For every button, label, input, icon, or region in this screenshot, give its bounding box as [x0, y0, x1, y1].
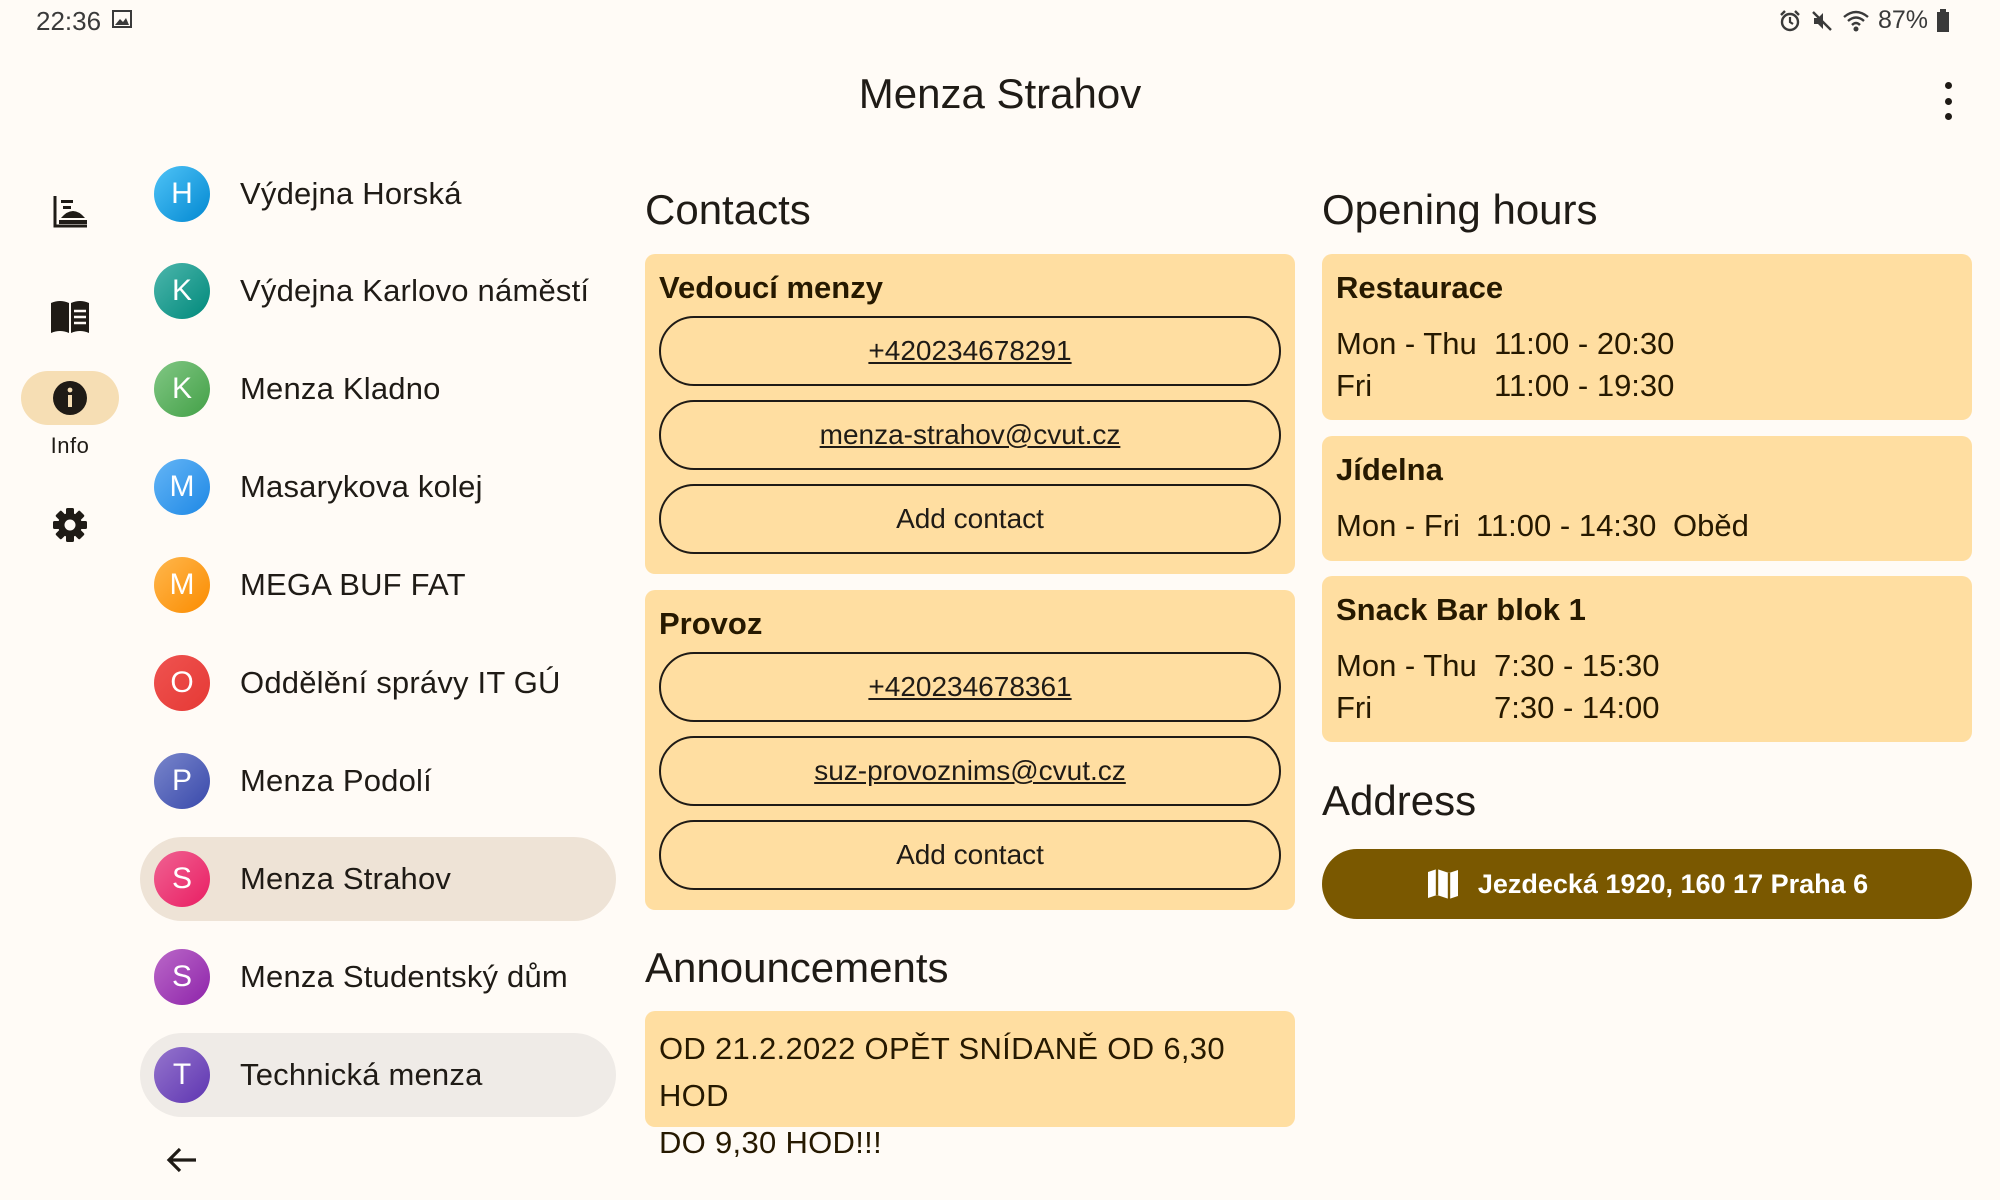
page-title: Menza Strahov — [858, 70, 1142, 117]
hours-time: 7:30 - 15:30 — [1494, 648, 1660, 683]
list-item-label: Výdejna Karlovo náměstí — [240, 273, 590, 308]
avatar: O — [154, 655, 210, 711]
list-item-label: Masarykova kolej — [240, 469, 483, 504]
avatar: K — [154, 263, 210, 319]
list-item-menza-strahov[interactable]: S Menza Strahov — [140, 837, 616, 921]
wifi-icon — [1843, 10, 1869, 31]
list-item-oddeleni-spravy-it[interactable]: O Oddělění správy IT GÚ — [140, 641, 616, 725]
list-item-technicka-menza[interactable]: T Technická menza — [140, 1033, 616, 1117]
more-options-icon[interactable] — [1930, 78, 1966, 124]
avatar: P — [154, 753, 210, 809]
list-item-label: Oddělění správy IT GÚ — [240, 665, 561, 700]
address-button[interactable]: Jezdecká 1920, 160 17 Praha 6 — [1322, 849, 1972, 919]
list-item-label: Menza Podolí — [240, 763, 432, 798]
alarm-icon — [1780, 9, 1800, 31]
list-item-label: MEGA BUF FAT — [240, 567, 466, 602]
map-icon — [1427, 869, 1458, 899]
list-item-mega-buf-fat[interactable]: M MEGA BUF FAT — [140, 543, 616, 627]
hours-card-snack-bar: Snack Bar blok 1 Mon - Thu 7:30 - 15:30 … — [1322, 576, 1972, 742]
rail-item-info[interactable]: Info — [20, 371, 120, 459]
image-notification-icon — [112, 10, 132, 28]
address-heading: Address — [1322, 777, 1477, 824]
hours-days: Mon - Thu — [1336, 326, 1477, 361]
announcements-heading: Announcements — [645, 944, 949, 991]
avatar: S — [154, 949, 210, 1005]
hours-card-title: Jídelna — [1336, 452, 1443, 487]
announcement-line: OD 21.2.2022 OPĚT SNÍDANĚ OD 6,30 HOD — [659, 1031, 1225, 1113]
rail-item-menu[interactable] — [20, 290, 120, 344]
list-item-label: Technická menza — [240, 1057, 483, 1092]
add-contact-button[interactable]: Add contact — [659, 820, 1281, 890]
hours-card-title: Restaurace — [1336, 270, 1504, 305]
status-bar: 22:36 87% — [0, 0, 2000, 44]
phone-button[interactable]: +420234678291 — [659, 316, 1281, 386]
phone-button[interactable]: +420234678361 — [659, 652, 1281, 722]
hours-card-restaurace: Restaurace Mon - Thu 11:00 - 20:30 Fri 1… — [1322, 254, 1972, 420]
hours-days: Fri — [1336, 690, 1373, 725]
avatar: H — [154, 166, 210, 222]
address-text: Jezdecká 1920, 160 17 Praha 6 — [1477, 868, 1869, 899]
avatar: K — [154, 361, 210, 417]
rail-item-dish[interactable] — [20, 184, 120, 238]
hours-card-title: Snack Bar blok 1 — [1336, 592, 1586, 627]
info-icon — [53, 381, 87, 415]
contact-card-vedouci: Vedoucí menzy +420234678291 menza-straho… — [645, 254, 1295, 574]
list-item-label: Menza Strahov — [240, 861, 452, 896]
avatar: M — [154, 459, 210, 515]
avatar: S — [154, 851, 210, 907]
list-item-vydejna-karlovo-namesti[interactable]: K Výdejna Karlovo náměstí — [140, 249, 616, 333]
email-button[interactable]: suz-provoznims@cvut.cz — [659, 736, 1281, 806]
mute-icon — [1812, 10, 1832, 31]
avatar: T — [154, 1047, 210, 1103]
contact-card-title: Provoz — [659, 606, 763, 641]
email-button[interactable]: menza-strahov@cvut.cz — [659, 400, 1281, 470]
hours-time: 7:30 - 14:00 — [1494, 690, 1660, 725]
contacts-heading: Contacts — [645, 186, 811, 233]
list-item-menza-kladno[interactable]: K Menza Kladno — [140, 347, 616, 431]
hours-card-jidelna: Jídelna Mon - Fri 11:00 - 14:30 Oběd — [1322, 436, 1972, 561]
hours-days: Fri — [1336, 368, 1373, 403]
gear-icon — [53, 508, 87, 542]
announcement-card: OD 21.2.2022 OPĚT SNÍDANĚ OD 6,30 HOD DO… — [645, 1011, 1295, 1160]
menu-book-icon — [51, 301, 89, 333]
dish-icon — [53, 196, 87, 228]
battery-icon — [1937, 8, 1949, 32]
list-item-menza-studentsky-dum[interactable]: S Menza Studentský dům — [140, 935, 616, 1019]
announcement-line: DO 9,30 HOD!!! — [659, 1125, 882, 1160]
hours-days: Mon - Fri — [1336, 508, 1460, 543]
add-contact-button[interactable]: Add contact — [659, 484, 1281, 554]
battery-percent: 87% — [1877, 6, 1928, 34]
avatar: M — [154, 557, 210, 613]
back-arrow-icon[interactable] — [160, 1138, 204, 1182]
list-item-label: Výdejna Horská — [240, 176, 462, 211]
list-item-label: Menza Studentský dům — [240, 959, 568, 994]
hours-note: Oběd — [1673, 508, 1749, 543]
list-item-masarykova-kolej[interactable]: M Masarykova kolej — [140, 445, 616, 529]
hours-days: Mon - Thu — [1336, 648, 1477, 683]
rail-item-settings[interactable] — [20, 498, 120, 552]
list-item-vydejna-horska[interactable]: H Výdejna Horská — [140, 152, 616, 236]
hours-time: 11:00 - 14:30 — [1476, 508, 1657, 543]
list-item-menza-podoli[interactable]: P Menza Podolí — [140, 739, 616, 823]
list-item-label: Menza Kladno — [240, 371, 441, 406]
status-time: 22:36 — [36, 6, 102, 36]
hours-time: 11:00 - 19:30 — [1494, 368, 1675, 403]
opening-hours-heading: Opening hours — [1322, 186, 1598, 233]
contact-card-title: Vedoucí menzy — [659, 270, 883, 305]
hours-time: 11:00 - 20:30 — [1494, 326, 1675, 361]
rail-label-info: Info — [50, 433, 90, 458]
contact-card-provoz: Provoz +420234678361 suz-provoznims@cvut… — [645, 590, 1295, 910]
